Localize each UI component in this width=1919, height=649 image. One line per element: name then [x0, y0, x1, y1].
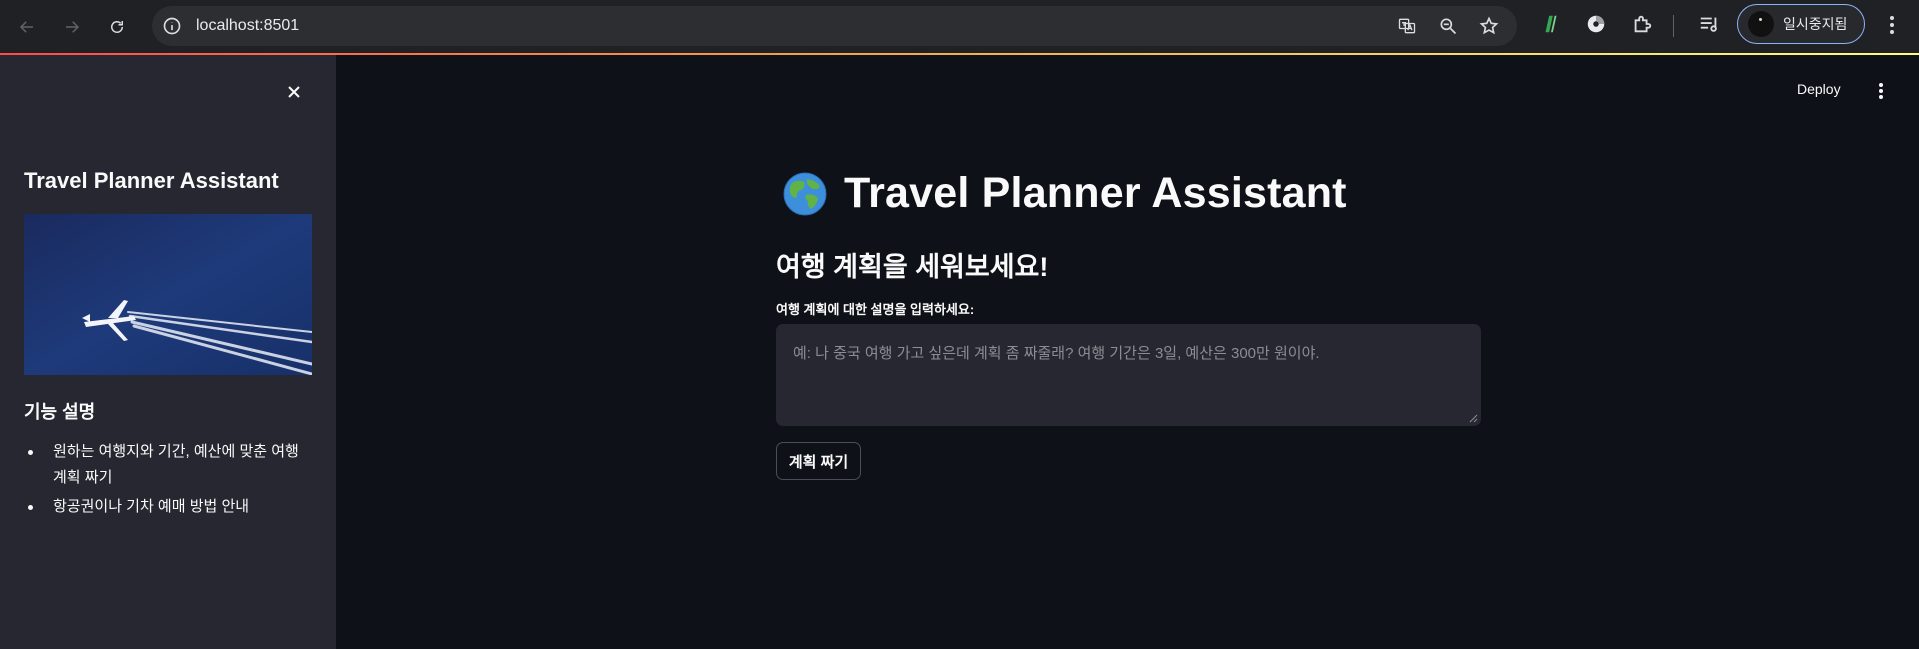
back-arrow-icon: [19, 21, 33, 33]
translate-icon[interactable]: [1397, 16, 1417, 36]
site-info-icon[interactable]: [162, 16, 182, 36]
media-queue-icon[interactable]: [1698, 13, 1720, 35]
globe-icon: [783, 172, 827, 215]
toolbar-divider: [1673, 15, 1674, 37]
back-button[interactable]: [11, 11, 43, 43]
subheader: 여행 계획을 세워보세요!: [776, 252, 1049, 282]
forward-button[interactable]: [56, 11, 88, 43]
input-label: 여행 계획에 대한 설명을 입력하세요:: [776, 302, 975, 317]
bookmark-star-icon[interactable]: [1479, 16, 1499, 36]
page-title-text: Travel Planner Assistant: [844, 169, 1347, 217]
plan-textarea-container: [776, 324, 1481, 426]
address-bar[interactable]: localhost:8501: [152, 6, 1517, 46]
extensions-puzzle-icon[interactable]: [1631, 13, 1653, 35]
forward-arrow-icon: [66, 21, 80, 33]
plan-description-input[interactable]: [776, 324, 1481, 426]
list-item: 원하는 여행지와 기간, 예산에 맞춘 여행 계획 짜기: [24, 439, 316, 491]
reload-icon: [111, 21, 123, 33]
zoom-out-icon[interactable]: [1438, 16, 1458, 36]
url-text: localhost:8501: [196, 17, 300, 34]
avatar: [1748, 11, 1774, 37]
close-sidebar-icon[interactable]: [283, 81, 305, 103]
list-item: 항공권이나 기차 예매 방법 안내: [24, 494, 316, 520]
resize-handle-icon[interactable]: [1469, 414, 1478, 423]
features-heading: 기능 설명: [24, 402, 96, 422]
app-menu-icon[interactable]: [1873, 80, 1889, 102]
page-title: Travel Planner Assistant: [782, 169, 1347, 218]
extension-disc-icon[interactable]: [1585, 13, 1607, 35]
extension-pen-icon[interactable]: [1540, 13, 1562, 35]
sidebar-title: Travel Planner Assistant: [24, 168, 279, 193]
browser-menu-icon[interactable]: [1882, 13, 1902, 37]
sidebar: Travel Planner Assistant 기능 설명 원하는 여행지와 …: [0, 55, 336, 649]
browser-toolbar: localhost:8501 일시중지됨: [0, 0, 1919, 53]
deploy-button[interactable]: Deploy: [1797, 81, 1841, 97]
profile-button[interactable]: 일시중지됨: [1737, 4, 1865, 44]
feature-list: 원하는 여행지와 기간, 예산에 맞춘 여행 계획 짜기 항공권이나 기차 예매…: [24, 439, 316, 523]
reload-button[interactable]: [101, 11, 133, 43]
airplane-image: [24, 214, 312, 375]
profile-label: 일시중지됨: [1783, 16, 1848, 32]
plan-button[interactable]: 계획 짜기: [776, 442, 861, 480]
